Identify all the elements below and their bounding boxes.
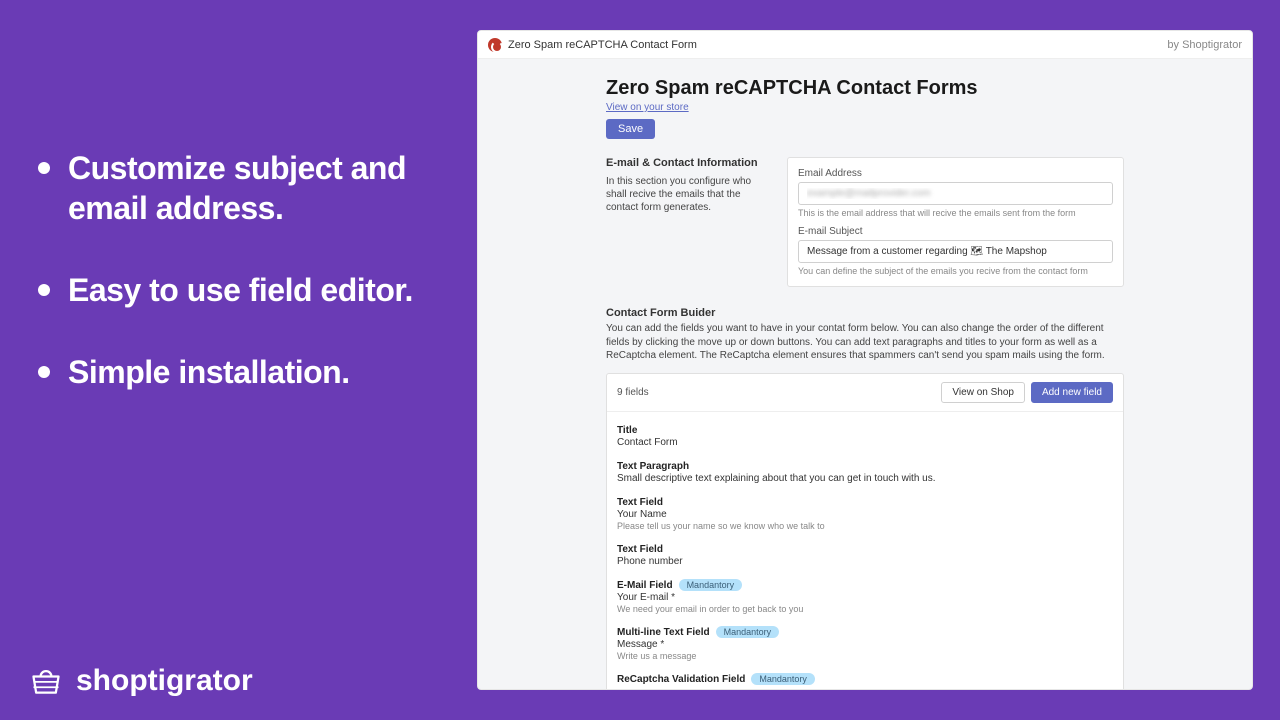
field-row[interactable]: ReCaptcha Validation Field Mandantory [617, 667, 1113, 690]
field-help: Write us a message [617, 651, 1113, 661]
field-label: Small descriptive text explaining about … [617, 473, 1113, 484]
field-type: Text Field [617, 497, 663, 508]
bullet-item: Customize subject and email address. [38, 148, 448, 228]
page-title: Zero Spam reCAPTCHA Contact Forms [606, 77, 1124, 100]
field-type: ReCaptcha Validation Field [617, 674, 745, 685]
view-on-store-link[interactable]: View on your store [606, 102, 689, 113]
field-row[interactable]: Multi-line Text Field MandantoryMessage *… [617, 620, 1113, 667]
email-address-input[interactable] [798, 182, 1113, 205]
field-label: Message * [617, 639, 1113, 650]
field-row[interactable]: E-Mail Field MandantoryYour E-mail *We ne… [617, 573, 1113, 620]
view-on-shop-button[interactable]: View on Shop [941, 382, 1025, 403]
email-contact-section: E-mail & Contact Information In this sec… [606, 157, 1124, 287]
builder-heading: Contact Form Buider [606, 307, 1124, 319]
field-type: Text Field [617, 544, 663, 555]
app-title: Zero Spam reCAPTCHA Contact Form [508, 39, 697, 51]
brand-name: shoptigrator [76, 664, 253, 698]
field-help: Please tell us your name so we know who … [617, 521, 1113, 531]
field-row[interactable]: Text ParagraphSmall descriptive text exp… [617, 454, 1113, 490]
app-body: Zero Spam reCAPTCHA Contact Forms View o… [478, 59, 1252, 690]
field-row[interactable]: TitleContact Form [617, 418, 1113, 454]
mandatory-badge: Mandantory [751, 673, 815, 685]
app-header: Zero Spam reCAPTCHA Contact Form by Shop… [478, 31, 1252, 59]
bullet-list: Customize subject and email address. Easy… [38, 148, 448, 434]
bullet-item: Simple installation. [38, 352, 448, 392]
marketing-slide: Customize subject and email address. Easy… [0, 0, 1280, 720]
field-row[interactable]: Text FieldPhone number [617, 537, 1113, 573]
builder-card: 9 fields View on Shop Add new field Titl… [606, 373, 1124, 691]
field-label: Your E-mail * [617, 592, 1113, 603]
email-subject-label: E-mail Subject [798, 226, 1113, 237]
field-label: Contact Form [617, 437, 1113, 448]
mandatory-badge: Mandantory [679, 579, 743, 591]
save-button[interactable]: Save [606, 119, 655, 139]
field-help: We need your email in order to get back … [617, 604, 1113, 614]
by-line: by Shoptigrator [1167, 39, 1242, 51]
email-address-label: Email Address [798, 168, 1113, 179]
app-logo-icon [488, 38, 502, 52]
field-label: Your Name [617, 509, 1113, 520]
form-builder-section: Contact Form Buider You can add the fiel… [606, 307, 1124, 690]
section-heading: E-mail & Contact Information [606, 157, 771, 169]
field-count: 9 fields [617, 387, 649, 398]
add-new-field-button[interactable]: Add new field [1031, 382, 1113, 403]
field-list: TitleContact FormText ParagraphSmall des… [607, 412, 1123, 691]
brand-logo: shoptigrator [28, 664, 253, 698]
section-description: In this section you configure who shall … [606, 175, 771, 214]
app-screenshot: Zero Spam reCAPTCHA Contact Form by Shop… [477, 30, 1253, 690]
bullet-item: Easy to use field editor. [38, 270, 448, 310]
field-label: Phone number [617, 556, 1113, 567]
builder-description: You can add the fields you want to have … [606, 322, 1124, 363]
email-subject-help: You can define the subject of the emails… [798, 266, 1113, 276]
field-type: Title [617, 425, 637, 436]
field-type: Text Paragraph [617, 461, 689, 472]
field-row[interactable]: Text FieldYour NamePlease tell us your n… [617, 490, 1113, 537]
field-type: Multi-line Text Field [617, 627, 710, 638]
email-address-help: This is the email address that will reci… [798, 208, 1113, 218]
mandatory-badge: Mandantory [716, 626, 780, 638]
field-type: E-Mail Field [617, 580, 673, 591]
basket-icon [28, 664, 64, 698]
email-subject-input[interactable] [798, 240, 1113, 263]
